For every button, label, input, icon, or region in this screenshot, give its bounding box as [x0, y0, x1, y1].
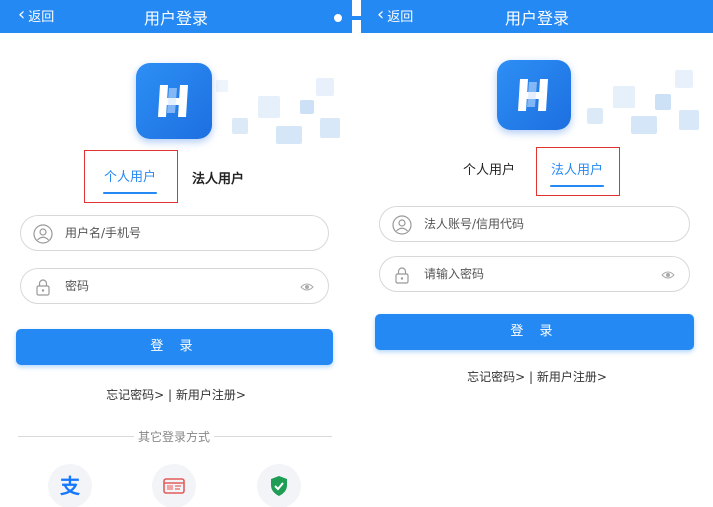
alipay-icon: 支: [60, 474, 81, 498]
screenshot-stage: ‹ 返回 用户登录 个人用户 法人用户 用户名/手机号 登 录 忘记密码> | …: [0, 0, 713, 507]
tab-legal-user[interactable]: 法人用户: [192, 168, 244, 187]
login-button[interactable]: 登 录: [16, 329, 333, 365]
eye-icon[interactable]: [661, 269, 675, 281]
password-field: [20, 268, 329, 304]
decor-square: [300, 100, 314, 114]
highlight-box: [84, 150, 178, 203]
account-links[interactable]: 忘记密码> | 新用户注册>: [0, 386, 352, 403]
page-title: 用户登录: [504, 9, 569, 28]
user-icon: [392, 215, 412, 235]
shield-login-button[interactable]: [257, 464, 301, 507]
account-links[interactable]: 忘记密码> | 新用户注册>: [361, 368, 713, 385]
decor-square: [232, 118, 248, 134]
username-input[interactable]: [65, 222, 265, 244]
legal-login-screen: ‹ 返回 用户登录 个人用户 法人用户 法人账号/信用代码 登 录 忘记密码> …: [361, 0, 713, 507]
tab-personal-user[interactable]: 个人用户: [463, 159, 515, 178]
shield-check-icon: [271, 476, 287, 496]
decor-square: [276, 126, 302, 144]
password-input[interactable]: [65, 275, 265, 297]
decor-square: [258, 96, 280, 118]
app-logo: [136, 63, 212, 139]
alipay-login-button[interactable]: 支: [48, 464, 92, 507]
decor-square: [675, 70, 693, 88]
decor-square: [587, 108, 603, 124]
id-card-icon: [163, 478, 185, 494]
user-icon: [33, 224, 53, 244]
login-button[interactable]: 登 录: [375, 314, 694, 350]
app-logo: [497, 60, 571, 130]
page-title: 用户登录: [143, 9, 208, 28]
decor-square: [655, 94, 671, 110]
decor-square: [631, 116, 657, 134]
legal-account-input[interactable]: [424, 213, 624, 235]
id-card-login-button[interactable]: [152, 464, 196, 507]
svg-text:支: 支: [60, 474, 81, 498]
decor-square: [320, 118, 340, 138]
password-input[interactable]: [424, 263, 624, 285]
decor-square: [216, 80, 228, 92]
password-field: [379, 256, 690, 292]
lock-icon: [36, 279, 50, 296]
app-logo-icon: [518, 79, 548, 111]
highlight-box: [536, 147, 620, 196]
personal-login-screen: ‹ 返回 用户登录 个人用户 法人用户 用户名/手机号 登 录 忘记密码> | …: [0, 0, 352, 507]
decor-square: [613, 86, 635, 108]
lock-icon: [395, 267, 409, 284]
eye-icon[interactable]: [300, 281, 314, 293]
decor-square: [316, 78, 334, 96]
other-login-label: 其它登录方式: [134, 428, 215, 445]
top-bar: ‹ 返回 用户登录: [0, 0, 352, 33]
username-field: [20, 215, 329, 251]
connector-dot: [331, 11, 345, 25]
decor-square: [679, 110, 699, 130]
legal-account-field: [379, 206, 690, 242]
app-logo-icon: [158, 85, 188, 117]
top-bar: ‹ 返回 用户登录: [361, 0, 713, 33]
